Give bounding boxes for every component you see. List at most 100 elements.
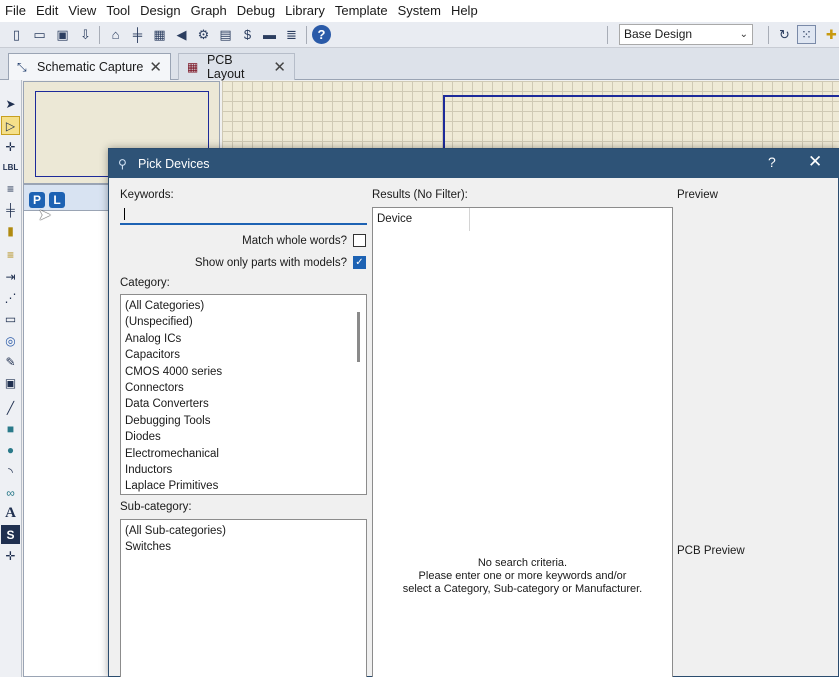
subcircuit-icon[interactable]: ▮ [1,221,20,240]
help-button[interactable]: ? [768,154,776,170]
save-icon[interactable]: ▣ [53,25,72,44]
generator-icon[interactable]: ◎ [1,331,20,350]
menu-bar: File Edit View Tool Design Graph Debug L… [0,0,839,22]
design-explorer-icon[interactable]: ▬ [260,25,279,44]
grid-toggle-icon[interactable]: ⁙ [797,25,816,44]
subcategory-list[interactable]: (All Sub-categories) Switches [120,519,367,677]
close-icon[interactable]: ✕ [149,58,162,76]
line-icon[interactable]: ╱ [1,398,20,417]
bom-icon[interactable]: $ [238,25,257,44]
menu-template[interactable]: Template [332,0,395,22]
list-item[interactable]: Debugging Tools [121,413,366,429]
list-item[interactable]: Capacitors [121,347,366,363]
menu-design[interactable]: Design [137,0,187,22]
schematic-tab-icon: ⤡ [17,59,27,74]
list-item[interactable]: Connectors [121,380,366,396]
keywords-label: Keywords: [120,189,174,201]
list-item[interactable]: (All Categories) [121,298,366,314]
pick-devices-dialog: ⚲ Pick Devices ? ✕ Keywords: Match whole… [108,148,839,677]
pcb-icon[interactable]: ▦ [150,25,169,44]
origin-icon[interactable]: ✚ [822,25,839,44]
list-item[interactable]: Inductors [121,462,366,478]
open-folder-icon[interactable]: ▭ [30,25,49,44]
category-list[interactable]: (All Categories) (Unspecified) Analog IC… [120,294,367,495]
marker-icon[interactable]: ✛ [1,546,20,565]
selection-mode-icon[interactable]: ➤ [1,94,20,113]
new-file-icon[interactable]: ▯ [7,25,26,44]
mouse-pointer-icon: ➤ [38,207,52,224]
match-whole-words-row: Match whole words? [242,234,366,247]
list-item[interactable]: CMOS 4000 series [121,364,366,380]
menu-help[interactable]: Help [448,0,485,22]
import-icon[interactable]: ⇩ [76,25,95,44]
graph-icon[interactable]: ⋰ [1,288,20,307]
refresh-icon[interactable]: ↻ [775,25,794,44]
path-icon[interactable]: ∞ [1,483,20,502]
menu-debug[interactable]: Debug [234,0,282,22]
list-item[interactable]: Switches [121,539,366,555]
list-item[interactable]: Electromechanical [121,446,366,462]
list-item[interactable]: Data Converters [121,396,366,412]
menu-graph[interactable]: Graph [188,0,234,22]
category-scrollbar[interactable] [357,312,360,362]
list-item[interactable]: (Unspecified) [121,314,366,330]
home-icon[interactable]: ⌂ [106,25,125,44]
menu-file[interactable]: File [2,0,33,22]
tool-palette: ➤ ▷ ✛ LBL ≡ ╪ ▮ ≡ ⇥ ⋰ ▭ ◎ ✎ ▣ ╱ ■ ● ◝ ∞ … [0,80,22,677]
tape-recorder-icon[interactable]: ▭ [1,309,20,328]
show-only-models-row: Show only parts with models? ✓ [195,256,366,269]
tab-pcb-layout[interactable]: ▦ PCB Layout ✕ [178,53,295,81]
terminals-icon[interactable]: ≡ [1,245,20,264]
subcategory-label: Sub-category: [120,501,192,513]
notes-icon[interactable]: ≣ [282,25,301,44]
list-item[interactable]: (All Sub-categories) [121,523,366,539]
close-button[interactable]: ✕ [808,152,822,172]
box-icon[interactable]: ■ [1,419,20,438]
menu-view[interactable]: View [65,0,103,22]
schematic-icon[interactable]: ╪ [128,25,147,44]
arc-icon[interactable]: ◝ [1,462,20,481]
no-criteria-line: No search criteria. [477,557,568,569]
pcb-preview-label: PCB Preview [677,545,745,557]
gerber-icon[interactable]: ▤ [216,25,235,44]
help-icon[interactable]: ? [312,25,331,44]
dialog-title: Pick Devices [138,156,210,171]
match-whole-words-checkbox[interactable] [353,234,366,247]
match-whole-words-label: Match whole words? [242,234,347,247]
no-criteria-message: No search criteria. Please enter one or … [373,557,672,596]
virtual-instrument-icon[interactable]: ▣ [1,373,20,392]
text-icon[interactable]: A [1,504,20,523]
menu-tool[interactable]: Tool [103,0,137,22]
design-variant-select[interactable]: Base Design ⌄ [619,24,753,45]
menu-library[interactable]: Library [282,0,332,22]
component-mode-icon[interactable]: ▷ [1,116,20,135]
results-column-device[interactable]: Device [373,208,470,231]
design-variant-value: Base Design [624,27,693,41]
close-icon[interactable]: ✕ [273,58,286,76]
tab-schematic-capture[interactable]: ⤡ Schematic Capture ✕ [8,53,171,80]
buses-icon[interactable]: ╪ [1,200,20,219]
menu-system[interactable]: System [395,0,448,22]
text-script-icon[interactable]: ≡ [1,179,20,198]
pin-icon[interactable]: ⇥ [1,267,20,286]
junction-dot-icon[interactable]: ✛ [1,137,20,156]
show-only-models-checkbox[interactable]: ✓ [353,256,366,269]
circle-icon[interactable]: ● [1,440,20,459]
no-criteria-line: Please enter one or more keywords and/or [418,570,627,582]
tab-label: Schematic Capture [37,60,144,74]
wire-label-icon[interactable]: LBL [1,158,20,177]
list-item[interactable]: Analog ICs [121,331,366,347]
gallery-icon[interactable]: ◀ [172,25,191,44]
list-item[interactable]: Laplace Primitives [121,478,366,494]
toolbar-separator [306,26,307,44]
voltage-probe-icon[interactable]: ✎ [1,352,20,371]
3d-visualizer-icon[interactable]: ⚙ [194,25,213,44]
toolbar-separator [99,26,100,44]
list-item[interactable]: Diodes [121,429,366,445]
results-list[interactable]: Device No search criteria. Please enter … [372,207,673,677]
tab-label: PCB Layout [206,53,245,81]
menu-edit[interactable]: Edit [33,0,65,22]
chevron-down-icon: ⌄ [739,29,748,40]
keywords-input[interactable] [120,204,367,225]
symbol-icon[interactable]: S [1,525,20,544]
